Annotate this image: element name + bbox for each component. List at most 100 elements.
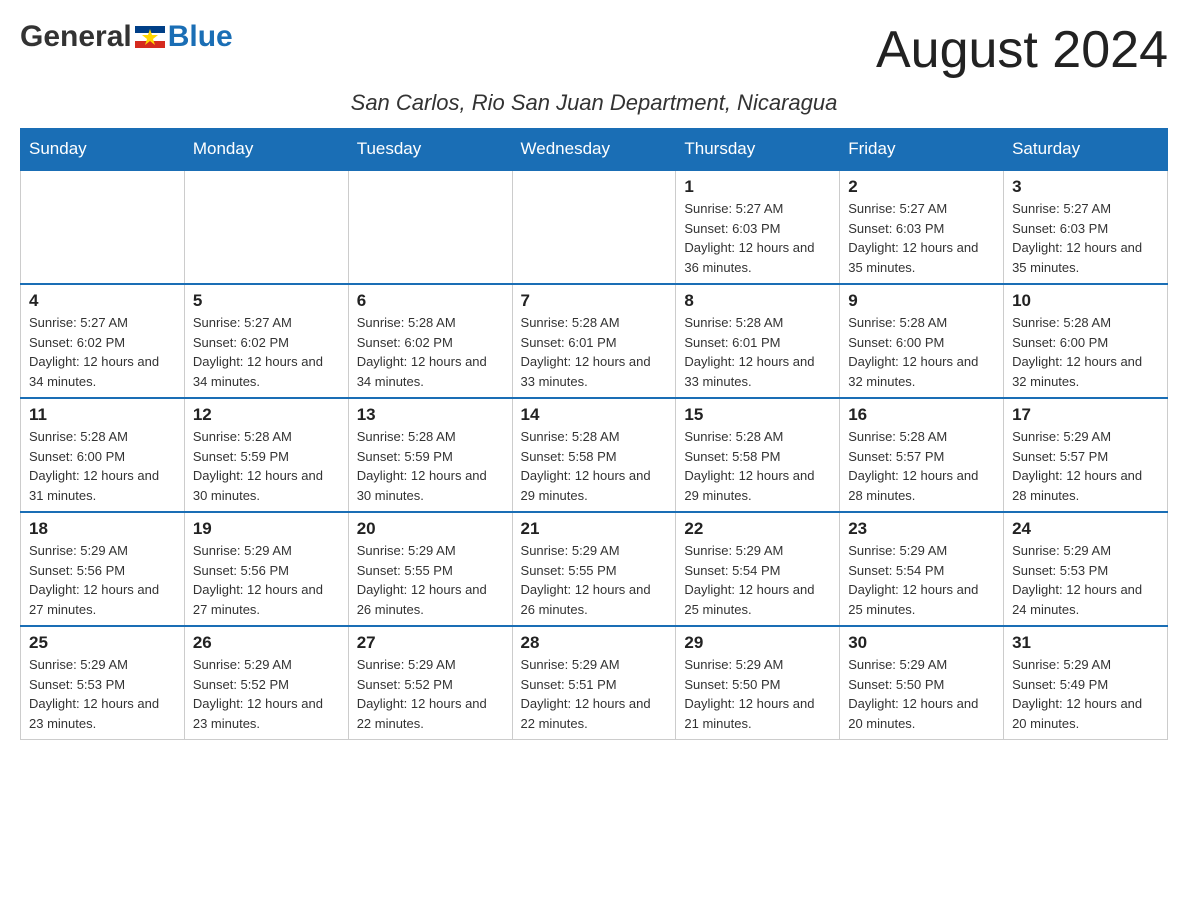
weekday-header-thursday: Thursday [676, 129, 840, 171]
calendar-header-row: SundayMondayTuesdayWednesdayThursdayFrid… [21, 129, 1168, 171]
calendar-cell [348, 170, 512, 284]
day-number: 25 [29, 633, 176, 653]
day-info: Sunrise: 5:29 AM Sunset: 5:50 PM Dayligh… [684, 655, 831, 733]
calendar-cell: 19Sunrise: 5:29 AM Sunset: 5:56 PM Dayli… [184, 512, 348, 626]
day-info: Sunrise: 5:29 AM Sunset: 5:53 PM Dayligh… [1012, 541, 1159, 619]
day-number: 11 [29, 405, 176, 425]
day-number: 21 [521, 519, 668, 539]
day-number: 6 [357, 291, 504, 311]
month-title: August 2024 [876, 20, 1168, 80]
location-title: San Carlos, Rio San Juan Department, Nic… [20, 90, 1168, 116]
day-number: 31 [1012, 633, 1159, 653]
weekday-header-sunday: Sunday [21, 129, 185, 171]
weekday-header-saturday: Saturday [1004, 129, 1168, 171]
calendar-cell: 26Sunrise: 5:29 AM Sunset: 5:52 PM Dayli… [184, 626, 348, 740]
day-info: Sunrise: 5:28 AM Sunset: 5:58 PM Dayligh… [521, 427, 668, 505]
day-number: 23 [848, 519, 995, 539]
week-row-4: 18Sunrise: 5:29 AM Sunset: 5:56 PM Dayli… [21, 512, 1168, 626]
day-info: Sunrise: 5:28 AM Sunset: 5:59 PM Dayligh… [357, 427, 504, 505]
calendar-cell: 29Sunrise: 5:29 AM Sunset: 5:50 PM Dayli… [676, 626, 840, 740]
calendar-table: SundayMondayTuesdayWednesdayThursdayFrid… [20, 128, 1168, 740]
calendar-cell: 5Sunrise: 5:27 AM Sunset: 6:02 PM Daylig… [184, 284, 348, 398]
day-number: 26 [193, 633, 340, 653]
day-info: Sunrise: 5:29 AM Sunset: 5:51 PM Dayligh… [521, 655, 668, 733]
calendar-cell [21, 170, 185, 284]
calendar-cell: 7Sunrise: 5:28 AM Sunset: 6:01 PM Daylig… [512, 284, 676, 398]
logo-general-text: General [20, 20, 132, 54]
calendar-cell: 11Sunrise: 5:28 AM Sunset: 6:00 PM Dayli… [21, 398, 185, 512]
calendar-cell: 24Sunrise: 5:29 AM Sunset: 5:53 PM Dayli… [1004, 512, 1168, 626]
calendar-cell: 4Sunrise: 5:27 AM Sunset: 6:02 PM Daylig… [21, 284, 185, 398]
weekday-header-monday: Monday [184, 129, 348, 171]
calendar-cell: 6Sunrise: 5:28 AM Sunset: 6:02 PM Daylig… [348, 284, 512, 398]
day-number: 20 [357, 519, 504, 539]
day-number: 4 [29, 291, 176, 311]
day-number: 9 [848, 291, 995, 311]
calendar-cell: 8Sunrise: 5:28 AM Sunset: 6:01 PM Daylig… [676, 284, 840, 398]
day-number: 27 [357, 633, 504, 653]
calendar-cell: 27Sunrise: 5:29 AM Sunset: 5:52 PM Dayli… [348, 626, 512, 740]
week-row-3: 11Sunrise: 5:28 AM Sunset: 6:00 PM Dayli… [21, 398, 1168, 512]
day-info: Sunrise: 5:27 AM Sunset: 6:03 PM Dayligh… [684, 199, 831, 277]
day-info: Sunrise: 5:28 AM Sunset: 6:00 PM Dayligh… [848, 313, 995, 391]
calendar-cell: 20Sunrise: 5:29 AM Sunset: 5:55 PM Dayli… [348, 512, 512, 626]
day-number: 30 [848, 633, 995, 653]
day-number: 7 [521, 291, 668, 311]
day-info: Sunrise: 5:27 AM Sunset: 6:02 PM Dayligh… [29, 313, 176, 391]
day-info: Sunrise: 5:29 AM Sunset: 5:54 PM Dayligh… [848, 541, 995, 619]
day-number: 17 [1012, 405, 1159, 425]
day-info: Sunrise: 5:29 AM Sunset: 5:50 PM Dayligh… [848, 655, 995, 733]
day-number: 15 [684, 405, 831, 425]
day-number: 24 [1012, 519, 1159, 539]
day-number: 13 [357, 405, 504, 425]
day-info: Sunrise: 5:29 AM Sunset: 5:56 PM Dayligh… [193, 541, 340, 619]
day-number: 18 [29, 519, 176, 539]
day-info: Sunrise: 5:28 AM Sunset: 6:02 PM Dayligh… [357, 313, 504, 391]
day-info: Sunrise: 5:29 AM Sunset: 5:49 PM Dayligh… [1012, 655, 1159, 733]
day-info: Sunrise: 5:29 AM Sunset: 5:56 PM Dayligh… [29, 541, 176, 619]
day-number: 5 [193, 291, 340, 311]
week-row-2: 4Sunrise: 5:27 AM Sunset: 6:02 PM Daylig… [21, 284, 1168, 398]
calendar-cell: 14Sunrise: 5:28 AM Sunset: 5:58 PM Dayli… [512, 398, 676, 512]
calendar-cell: 18Sunrise: 5:29 AM Sunset: 5:56 PM Dayli… [21, 512, 185, 626]
day-info: Sunrise: 5:28 AM Sunset: 5:57 PM Dayligh… [848, 427, 995, 505]
calendar-cell: 9Sunrise: 5:28 AM Sunset: 6:00 PM Daylig… [840, 284, 1004, 398]
day-number: 10 [1012, 291, 1159, 311]
day-info: Sunrise: 5:28 AM Sunset: 5:59 PM Dayligh… [193, 427, 340, 505]
calendar-cell [512, 170, 676, 284]
week-row-5: 25Sunrise: 5:29 AM Sunset: 5:53 PM Dayli… [21, 626, 1168, 740]
calendar-cell: 13Sunrise: 5:28 AM Sunset: 5:59 PM Dayli… [348, 398, 512, 512]
day-info: Sunrise: 5:27 AM Sunset: 6:02 PM Dayligh… [193, 313, 340, 391]
calendar-cell: 10Sunrise: 5:28 AM Sunset: 6:00 PM Dayli… [1004, 284, 1168, 398]
calendar-cell: 15Sunrise: 5:28 AM Sunset: 5:58 PM Dayli… [676, 398, 840, 512]
calendar-cell: 21Sunrise: 5:29 AM Sunset: 5:55 PM Dayli… [512, 512, 676, 626]
week-row-1: 1Sunrise: 5:27 AM Sunset: 6:03 PM Daylig… [21, 170, 1168, 284]
day-number: 22 [684, 519, 831, 539]
calendar-cell [184, 170, 348, 284]
calendar-cell: 12Sunrise: 5:28 AM Sunset: 5:59 PM Dayli… [184, 398, 348, 512]
day-number: 19 [193, 519, 340, 539]
day-info: Sunrise: 5:28 AM Sunset: 5:58 PM Dayligh… [684, 427, 831, 505]
logo: General Blue [20, 20, 233, 80]
logo-flag-icon [135, 26, 165, 48]
weekday-header-tuesday: Tuesday [348, 129, 512, 171]
day-info: Sunrise: 5:29 AM Sunset: 5:52 PM Dayligh… [357, 655, 504, 733]
calendar-cell: 30Sunrise: 5:29 AM Sunset: 5:50 PM Dayli… [840, 626, 1004, 740]
calendar-cell: 22Sunrise: 5:29 AM Sunset: 5:54 PM Dayli… [676, 512, 840, 626]
calendar-cell: 28Sunrise: 5:29 AM Sunset: 5:51 PM Dayli… [512, 626, 676, 740]
day-info: Sunrise: 5:29 AM Sunset: 5:53 PM Dayligh… [29, 655, 176, 733]
day-number: 12 [193, 405, 340, 425]
day-number: 14 [521, 405, 668, 425]
day-info: Sunrise: 5:29 AM Sunset: 5:54 PM Dayligh… [684, 541, 831, 619]
calendar-cell: 16Sunrise: 5:28 AM Sunset: 5:57 PM Dayli… [840, 398, 1004, 512]
logo-blue-text: Blue [168, 20, 233, 54]
day-info: Sunrise: 5:28 AM Sunset: 6:00 PM Dayligh… [1012, 313, 1159, 391]
page-header: General Blue August 2024 [20, 20, 1168, 80]
day-info: Sunrise: 5:27 AM Sunset: 6:03 PM Dayligh… [848, 199, 995, 277]
calendar-cell: 31Sunrise: 5:29 AM Sunset: 5:49 PM Dayli… [1004, 626, 1168, 740]
day-info: Sunrise: 5:28 AM Sunset: 6:00 PM Dayligh… [29, 427, 176, 505]
day-number: 29 [684, 633, 831, 653]
calendar-cell: 23Sunrise: 5:29 AM Sunset: 5:54 PM Dayli… [840, 512, 1004, 626]
day-number: 28 [521, 633, 668, 653]
weekday-header-wednesday: Wednesday [512, 129, 676, 171]
